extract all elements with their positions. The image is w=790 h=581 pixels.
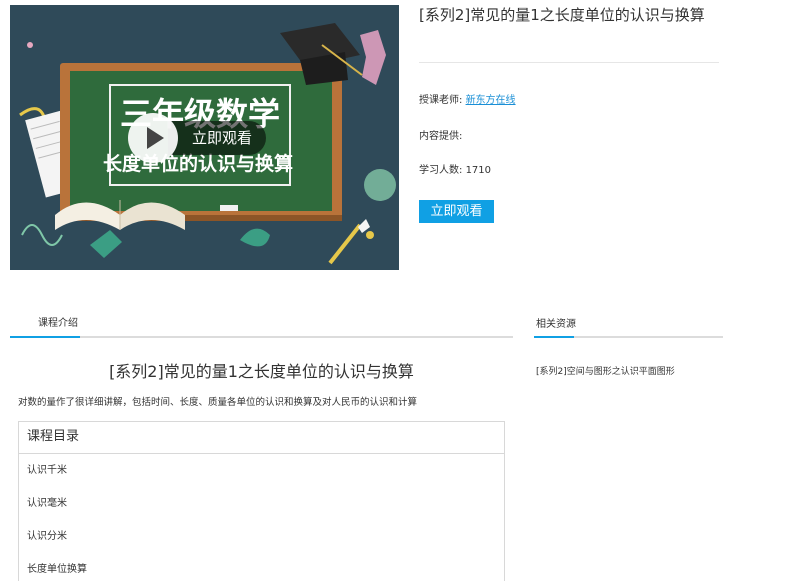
course-title: [系列2]常见的量1之长度单位的认识与换算 [419, 6, 705, 24]
catalog-item[interactable]: 长度单位换算 [27, 560, 87, 575]
catalog-item[interactable]: 认识千米 [27, 461, 67, 476]
tab-course-intro[interactable]: 课程介绍 [38, 314, 78, 329]
related-resource-item[interactable]: [系列2]空间与图形之认识平面图形 [536, 364, 675, 377]
teacher-label: 授课老师: [419, 95, 463, 106]
tab-active-indicator-related [534, 336, 574, 338]
students-label: 学习人数: [419, 165, 463, 176]
catalog-header: 课程目录 [19, 422, 504, 454]
play-overlay-label[interactable]: 立即观看 [168, 121, 267, 155]
play-overlay[interactable]: 立即观看 [128, 113, 294, 163]
students-count: 1710 [465, 165, 492, 176]
students-row: 学习人数: 1710 [419, 161, 491, 176]
intro-heading: [系列2]常见的量1之长度单位的认识与换算 [109, 362, 414, 381]
play-button[interactable] [128, 113, 178, 163]
tab-active-indicator-intro [10, 336, 80, 338]
intro-description: 对数的量作了很详细讲解，包括时间、长度、质量各单位的认识和换算及对人民币的认识和… [18, 397, 418, 408]
catalog-item[interactable]: 认识分米 [27, 527, 67, 542]
teacher-row: 授课老师: 新东方在线 [419, 91, 516, 106]
provider-row: 内容提供: [419, 127, 462, 142]
course-thumbnail[interactable]: 三年级数学 长度单位的认识与换算 立即观看 [10, 5, 399, 270]
catalog-item[interactable]: 认识毫米 [27, 494, 67, 509]
title-divider [419, 62, 719, 63]
course-catalog: 课程目录 认识千米 认识毫米 认识分米 长度单位换算 [18, 421, 505, 581]
tab-underline-left [10, 336, 513, 338]
watch-now-button[interactable]: 立即观看 [419, 200, 494, 223]
provider-label: 内容提供: [419, 131, 463, 142]
play-icon [147, 127, 164, 149]
tab-related-resources[interactable]: 相关资源 [536, 315, 576, 330]
teacher-link[interactable]: 新东方在线 [466, 95, 516, 106]
